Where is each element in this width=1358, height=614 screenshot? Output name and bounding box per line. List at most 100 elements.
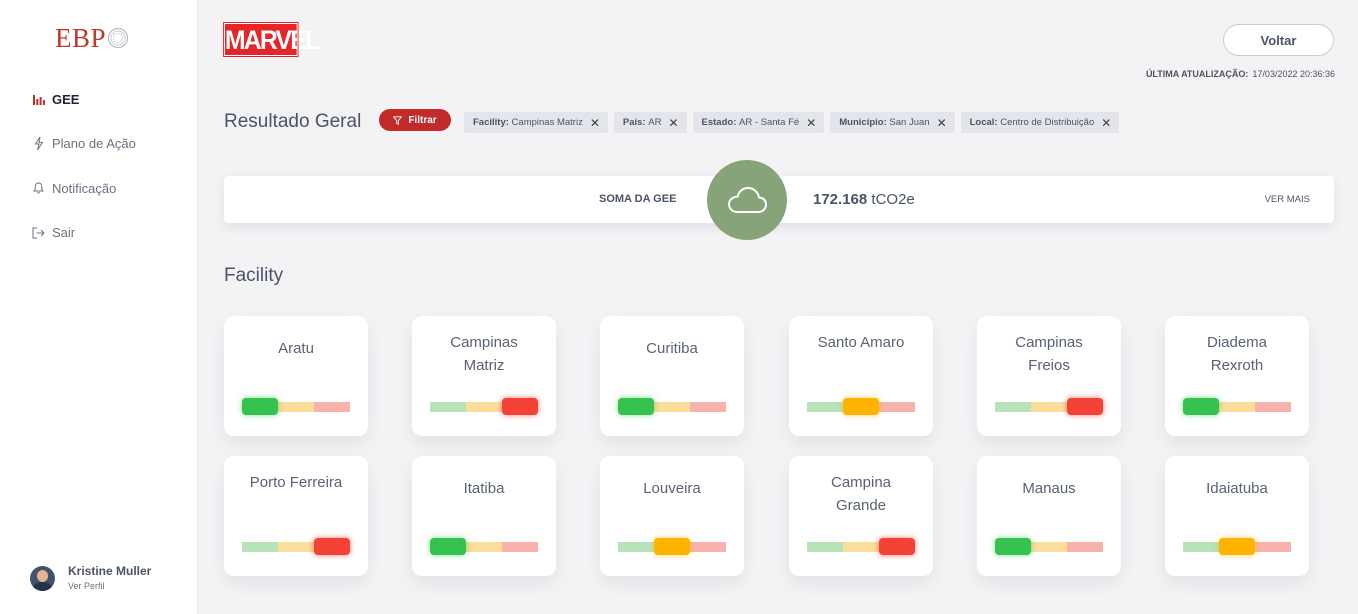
- ebp-logo[interactable]: EBP: [55, 24, 129, 52]
- facility-name: Campinas Matriz: [450, 334, 518, 374]
- chip-key: Município:: [839, 117, 887, 128]
- facility-name: Campinas Freios: [1015, 334, 1083, 374]
- status-gauge: [1183, 398, 1291, 415]
- sidebar-item-notificacao[interactable]: Notificação: [32, 177, 136, 199]
- bar-chart-icon: [32, 93, 45, 106]
- filter-chip-facility: Facility: Campinas Matriz ✕: [464, 112, 608, 133]
- close-icon[interactable]: ✕: [590, 117, 600, 129]
- sidebar-item-label: GEE: [52, 91, 80, 107]
- facility-name: Santo Amaro: [817, 334, 905, 351]
- status-gauge: [1183, 538, 1291, 555]
- chip-value: Campinas Matriz: [511, 117, 583, 128]
- facility-card[interactable]: Idaiatuba: [1165, 456, 1309, 576]
- filter-label: Filtrar: [408, 114, 437, 126]
- chip-value: AR - Santa Fé: [739, 117, 800, 128]
- status-gauge: [995, 538, 1103, 555]
- facility-name: Campina Grande: [830, 474, 892, 514]
- facility-card[interactable]: Campinas Matriz: [412, 316, 556, 436]
- facility-card[interactable]: Louveira: [600, 456, 744, 576]
- chip-key: Facility:: [473, 117, 509, 128]
- chip-key: Local:: [969, 117, 998, 128]
- status-indicator: [1219, 538, 1255, 555]
- sidebar-item-label: Plano de Ação: [52, 136, 136, 151]
- filter-icon: [393, 115, 403, 125]
- status-gauge: [242, 538, 350, 555]
- avatar: [30, 566, 55, 591]
- chip-key: Estado:: [701, 117, 737, 128]
- facility-card[interactable]: Itatiba: [412, 456, 556, 576]
- chip-value: San Juan: [889, 117, 930, 128]
- close-icon[interactable]: ✕: [668, 117, 678, 129]
- status-gauge: [242, 398, 350, 415]
- facility-name: Curitiba: [646, 340, 698, 357]
- status-indicator: [995, 538, 1031, 555]
- cloud-badge: [707, 160, 787, 240]
- sidebar-item-sair[interactable]: Sair: [32, 222, 136, 244]
- view-profile-link[interactable]: Ver Perfil: [68, 579, 151, 593]
- facility-card[interactable]: Porto Ferreira: [224, 456, 368, 576]
- logo-rings-icon: [107, 27, 129, 49]
- status-gauge: [618, 398, 726, 415]
- facility-card[interactable]: Campina Grande: [789, 456, 933, 576]
- status-gauge: [807, 538, 915, 555]
- facility-card[interactable]: Santo Amaro: [789, 316, 933, 436]
- last-updated-value: 17/03/2022 20:36:36: [1252, 69, 1335, 79]
- status-indicator: [242, 398, 278, 415]
- filter-button[interactable]: Filtrar: [379, 109, 451, 131]
- status-gauge: [430, 538, 538, 555]
- summary-value: 172.168 tCO2e: [813, 191, 915, 208]
- see-more-link[interactable]: VER MAIS: [1265, 194, 1310, 205]
- marvel-logo: MARVEL: [223, 22, 320, 57]
- status-indicator: [1067, 398, 1103, 415]
- sidebar: EBP GEE Plano de Ação Notificação Sair K…: [0, 0, 198, 614]
- status-gauge: [430, 398, 538, 415]
- results-title: Resultado Geral: [224, 111, 362, 132]
- summary-label: SOMA DA GEE: [599, 193, 677, 205]
- filter-chip-local: Local: Centro de Distribuição ✕: [960, 112, 1120, 133]
- status-indicator: [502, 398, 538, 415]
- facility-card[interactable]: Manaus: [977, 456, 1121, 576]
- facility-card[interactable]: Curitiba: [600, 316, 744, 436]
- status-indicator: [654, 538, 690, 555]
- close-icon[interactable]: ✕: [937, 117, 947, 129]
- status-indicator: [879, 538, 915, 555]
- facility-title: Facility: [224, 265, 284, 286]
- status-indicator: [314, 538, 350, 555]
- facility-card[interactable]: Diadema Rexroth: [1165, 316, 1309, 436]
- bell-icon: [32, 182, 45, 195]
- active-filters: Facility: Campinas Matriz ✕ País: AR ✕ Est…: [464, 112, 1125, 133]
- facility-name: Diadema Rexroth: [1206, 334, 1268, 374]
- facility-card[interactable]: Campinas Freios: [977, 316, 1121, 436]
- sidebar-nav: GEE Plano de Ação Notificação Sair: [32, 88, 136, 266]
- close-icon[interactable]: ✕: [1101, 117, 1111, 129]
- facility-name: Louveira: [643, 480, 701, 497]
- last-updated-label: ÚLTIMA ATUALIZAÇÃO:: [1145, 69, 1249, 79]
- status-indicator: [843, 398, 879, 415]
- filter-chip-municipio: Município: San Juan ✕: [830, 112, 955, 133]
- bolt-icon: [32, 137, 45, 150]
- logo-text: EBP: [55, 23, 107, 53]
- sidebar-item-label: Sair: [52, 225, 76, 240]
- sidebar-item-label: Notificação: [52, 180, 117, 196]
- chip-key: País:: [622, 117, 646, 128]
- back-button[interactable]: Voltar: [1223, 24, 1334, 56]
- status-gauge: [995, 398, 1103, 415]
- status-gauge: [807, 398, 915, 415]
- status-gauge: [618, 538, 726, 555]
- profile-name: Kristine Muller: [68, 564, 152, 578]
- sidebar-item-plano-de-acao[interactable]: Plano de Ação: [32, 133, 136, 155]
- status-indicator: [430, 538, 466, 555]
- chip-value: Centro de Distribuição: [1000, 117, 1095, 128]
- logout-icon: [32, 226, 45, 239]
- filter-chip-pais: País: AR ✕: [613, 112, 687, 133]
- last-updated: ÚLTIMA ATUALIZAÇÃO: 17/03/2022 20:36:36: [1146, 69, 1335, 79]
- chip-value: AR: [648, 117, 662, 128]
- summary-unit: tCO2e: [871, 191, 915, 208]
- facility-card[interactable]: Aratu: [224, 316, 368, 436]
- user-profile[interactable]: Kristine Muller Ver Perfil: [30, 564, 151, 593]
- close-icon[interactable]: ✕: [806, 117, 816, 129]
- facility-name: Itatiba: [463, 480, 505, 497]
- filter-chip-estado: Estado: AR - Santa Fé ✕: [692, 112, 825, 133]
- sidebar-item-gee[interactable]: GEE: [32, 88, 136, 110]
- status-indicator: [1183, 398, 1219, 415]
